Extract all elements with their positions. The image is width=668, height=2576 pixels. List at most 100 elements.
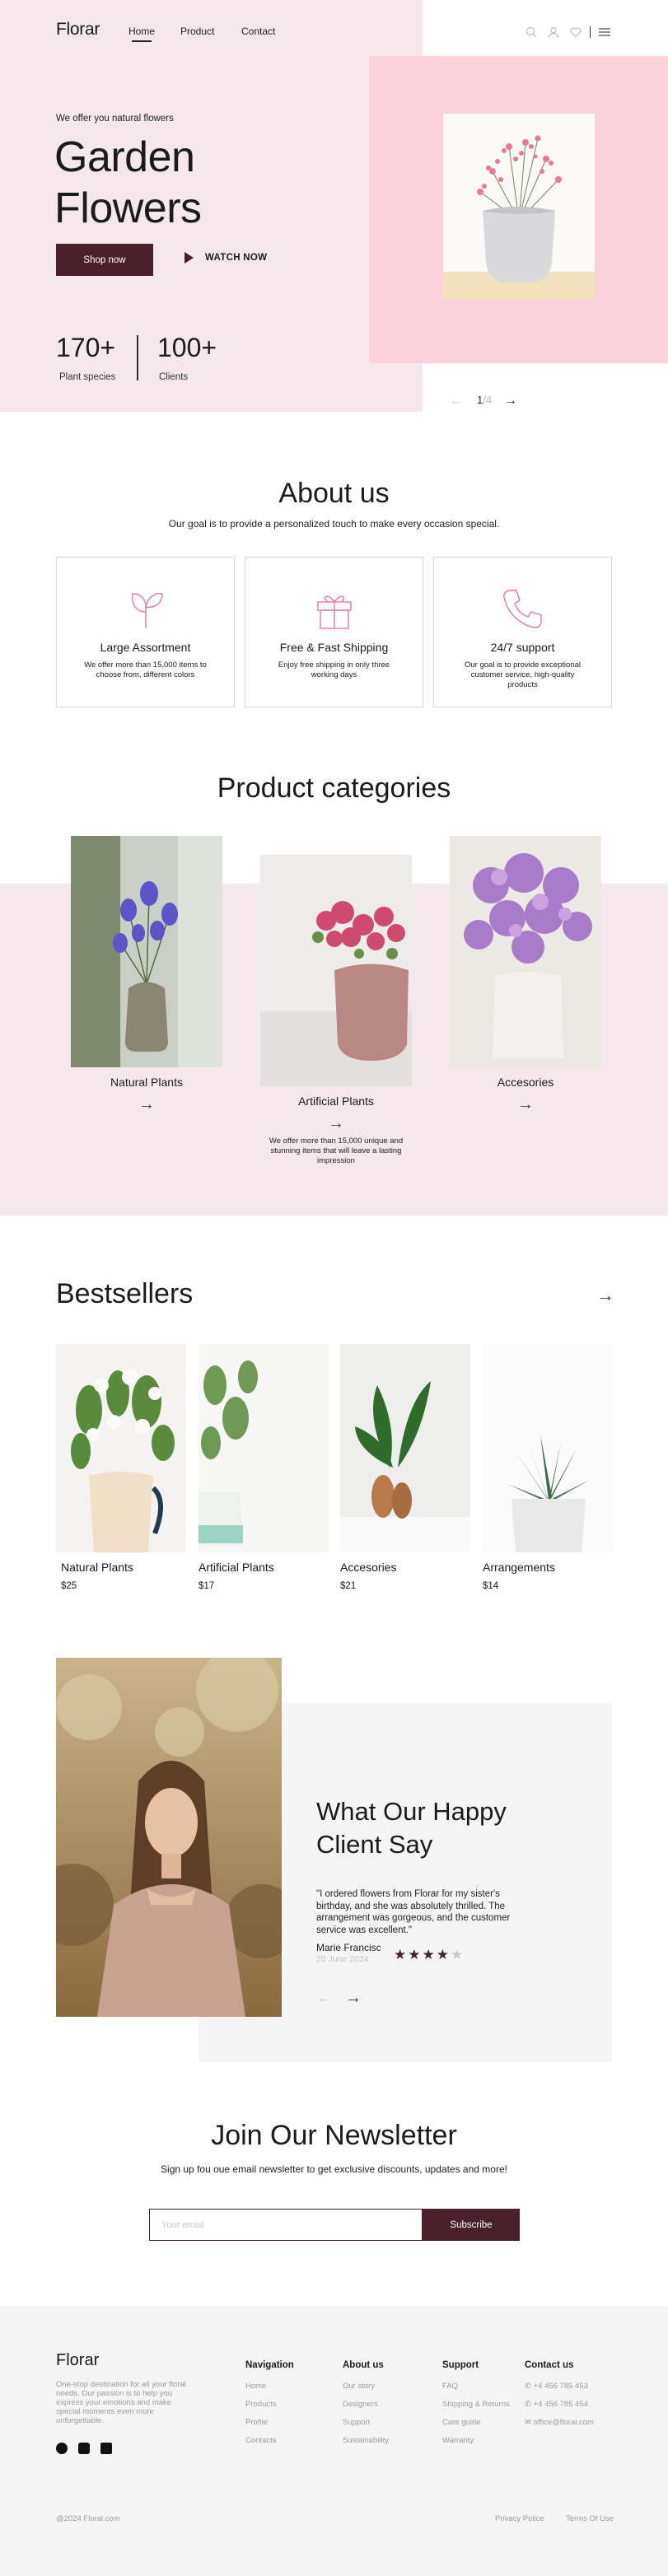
bestsellers-title: Bestsellers <box>56 1278 194 1309</box>
phone-contact[interactable]: ✆ +4 456 785 454 <box>525 2400 588 2409</box>
about-subtitle: Our goal is to provide a personalized to… <box>168 518 500 530</box>
product-name[interactable]: Natural Plants <box>61 1561 133 1574</box>
product-price: $25 <box>61 1581 77 1591</box>
footer-logo[interactable]: Florar <box>56 2351 99 2370</box>
slider-prev-arrow[interactable]: ← <box>450 394 463 408</box>
product-image[interactable] <box>56 1344 186 1552</box>
hero-subtitle: We offer you natural flowers <box>56 114 174 124</box>
bestsellers-next-arrow[interactable]: → <box>596 1285 614 1306</box>
testimonial-next-arrow[interactable]: → <box>345 1989 362 2008</box>
email-contact[interactable]: ✉ office@floral.com <box>525 2418 594 2427</box>
nav-product[interactable]: Product <box>180 26 214 37</box>
footer-link[interactable]: Products <box>245 2400 277 2409</box>
product-image[interactable] <box>483 1344 613 1552</box>
footer-link[interactable]: Contacts <box>245 2436 277 2445</box>
category-arrow-icon[interactable]: → <box>71 1095 222 1114</box>
footer <box>0 2306 668 2576</box>
footer-col-title: Contact us <box>525 2360 574 2370</box>
copyright: @2024 Floral.com <box>56 2514 120 2523</box>
nav-contact[interactable]: Contact <box>241 26 275 37</box>
footer-link[interactable]: FAQ <box>442 2382 458 2391</box>
newsletter-title: Join Our Newsletter <box>211 2120 457 2151</box>
category-name[interactable]: Natural Plants <box>71 1076 222 1089</box>
email-input[interactable]: Your email <box>149 2209 423 2241</box>
phone-icon: ✆ <box>525 2382 534 2391</box>
header-divider <box>590 26 591 38</box>
instagram-icon[interactable] <box>78 2443 90 2454</box>
menu-icon[interactable] <box>599 26 610 38</box>
category-image-accessories[interactable] <box>450 836 601 1067</box>
privacy-link[interactable]: Privacy Police <box>495 2514 544 2523</box>
product-price: $14 <box>483 1581 499 1591</box>
stat-species-value: 170+ <box>56 333 116 362</box>
slider-total: /4 <box>483 394 493 406</box>
footer-link[interactable]: Sustainability <box>343 2436 389 2445</box>
feature-desc: Our goal is to provide exceptional custo… <box>465 660 581 689</box>
newsletter-subtitle: Sign up fou oue email newsletter to get … <box>161 2163 507 2175</box>
footer-col-title: Navigation <box>245 2360 294 2370</box>
shop-now-button[interactable]: Shop now <box>56 244 153 276</box>
phone-icon <box>503 590 542 628</box>
category-name[interactable]: Accesories <box>450 1076 601 1089</box>
category-image-artificial[interactable] <box>260 855 412 1086</box>
phone-icon: ✆ <box>525 2400 534 2409</box>
play-icon <box>185 252 194 264</box>
star-empty-icon: ★ <box>450 1947 465 1962</box>
product-price: $17 <box>199 1581 215 1591</box>
watch-now-button[interactable]: WATCH NOW <box>185 252 267 264</box>
mail-icon: ✉ <box>525 2418 534 2427</box>
heart-icon[interactable] <box>570 26 582 38</box>
category-name[interactable]: Artificial Plants <box>260 1094 412 1108</box>
terms-link[interactable]: Terms Of Use <box>566 2514 614 2523</box>
phone-contact[interactable]: ✆ +4 456 785 453 <box>525 2382 588 2391</box>
product-name[interactable]: Accesories <box>340 1561 396 1574</box>
feature-title: 24/7 support <box>490 641 555 654</box>
testimonial-quote: "I ordered flowers from Florar for my si… <box>316 1889 511 1935</box>
rating-stars: ★★★★★ <box>394 1947 465 1963</box>
footer-link[interactable]: Designers <box>343 2400 378 2409</box>
facebook-icon[interactable] <box>56 2443 68 2454</box>
category-arrow-icon[interactable]: → <box>260 1114 412 1133</box>
footer-link[interactable]: Shipping & Returns <box>442 2400 510 2409</box>
search-icon[interactable] <box>526 26 537 38</box>
stat-clients-value: 100+ <box>157 333 217 362</box>
footer-description: One-stop destination for all your floral… <box>56 2380 186 2425</box>
product-price: $21 <box>340 1581 357 1591</box>
product-name[interactable]: Arrangements <box>483 1561 555 1574</box>
footer-col-title: Support <box>442 2360 479 2370</box>
footer-link[interactable]: Our story <box>343 2382 375 2391</box>
feature-desc: We offer more than 15,000 items to choos… <box>84 660 207 679</box>
leaf-icon <box>131 592 163 628</box>
categories-title: Product categories <box>217 772 451 804</box>
stat-clients-label: Clients <box>159 372 189 382</box>
nav-home[interactable]: Home <box>128 26 155 42</box>
product-image[interactable] <box>340 1344 470 1552</box>
footer-col-title: About us <box>343 2360 384 2370</box>
feature-card-assortment: Large Assortment We offer more than 15,0… <box>56 557 235 707</box>
feature-card-support: 24/7 support Our goal is to provide exce… <box>433 557 612 707</box>
linkedin-icon[interactable] <box>100 2443 112 2454</box>
category-arrow-icon[interactable]: → <box>450 1095 601 1114</box>
stat-divider <box>137 335 138 380</box>
testimonial-title: What Our Happy Client Say <box>316 1797 507 1859</box>
testimonial-date: 20 June 2024 <box>316 1954 369 1964</box>
stat-species-label: Plant species <box>59 372 116 382</box>
brand-logo[interactable]: Florar <box>56 20 100 40</box>
feature-desc: Enjoy free shipping in only three workin… <box>278 660 390 679</box>
client-name: Marie Francisc <box>316 1942 381 1953</box>
testimonial-prev-arrow[interactable]: ← <box>316 1989 333 2008</box>
feature-card-shipping: Free & Fast Shipping Enjoy free shipping… <box>245 557 423 707</box>
user-icon[interactable] <box>548 26 559 38</box>
client-photo <box>56 1658 282 2017</box>
slider-next-arrow[interactable]: → <box>504 394 517 408</box>
footer-link[interactable]: Home <box>245 2382 266 2391</box>
footer-link[interactable]: Warranty <box>442 2436 474 2445</box>
footer-link[interactable]: Profile <box>245 2418 268 2427</box>
product-name[interactable]: Artificial Plants <box>199 1561 274 1574</box>
product-image[interactable] <box>199 1344 329 1552</box>
subscribe-button[interactable]: Subscribe <box>423 2209 520 2241</box>
footer-link[interactable]: Support <box>343 2418 370 2427</box>
gift-icon <box>317 595 352 629</box>
category-image-natural[interactable] <box>71 836 222 1067</box>
footer-link[interactable]: Care guide <box>442 2418 480 2427</box>
